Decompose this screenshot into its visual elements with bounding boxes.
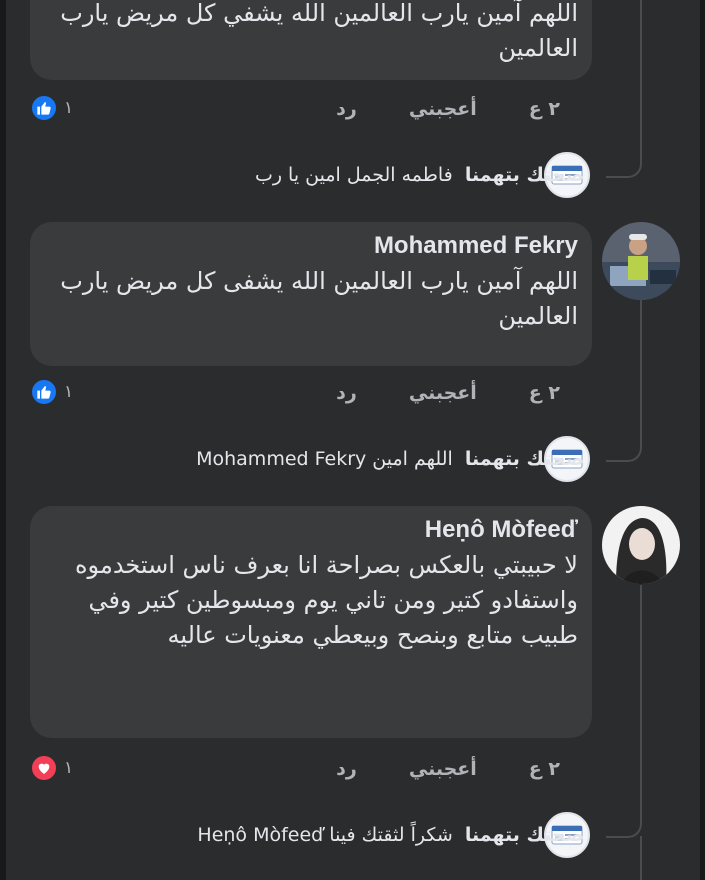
love-icon [30, 754, 58, 782]
comment-time[interactable]: ٢ ع [529, 98, 560, 120]
reaction-summary[interactable]: ١ [30, 378, 73, 406]
comment-time[interactable]: ٢ ع [529, 382, 560, 404]
comment-bubble: اللهم آمين يارب العالمين الله يشفي كل مر… [30, 0, 592, 80]
page-reply: صحتك بتهمنا فاطمه الجمل امين يا رب [255, 164, 584, 186]
reply-connector [606, 120, 642, 178]
user-avatar[interactable] [602, 222, 680, 300]
comment-author[interactable]: Mohammed Fekry [48, 232, 578, 260]
reply-text: فاطمه الجمل امين يا رب [254, 164, 453, 186]
comments-panel: اللهم آمين يارب العالمين الله يشفي كل مر… [6, 0, 700, 880]
reply-button[interactable]: رد [336, 382, 357, 404]
reply-text: شكراً لثقتك فينا Heṇô Mòfeeď [197, 824, 453, 846]
comment-actions: ٢ ع أعجبني رد [336, 382, 560, 404]
reaction-count: ١ [64, 758, 74, 778]
like-button[interactable]: أعجبني [409, 98, 477, 120]
like-icon [30, 378, 58, 406]
reply-author[interactable]: صحتك بتهمنا [465, 448, 584, 470]
reply-author[interactable]: صحتك بتهمنا [465, 824, 584, 846]
reply-button[interactable]: رد [336, 98, 357, 120]
comment-bubble: Heṇô Mòfeeď لا حبيبتي بالعكس بصراحة انا … [30, 506, 592, 738]
reply-button[interactable]: رد [336, 758, 357, 780]
comment-text: اللهم آمين يارب العالمين الله يشفى كل مر… [60, 267, 578, 330]
comment-bubble: Mohammed Fekry اللهم آمين يارب العالمين … [30, 222, 592, 366]
thread-line [640, 836, 642, 880]
reaction-count: ١ [64, 382, 74, 402]
like-icon [30, 94, 58, 122]
user-avatar[interactable] [602, 506, 680, 584]
comment-actions: ٢ ع أعجبني رد [336, 98, 560, 120]
comment-actions: ٢ ع أعجبني رد [336, 758, 560, 780]
reaction-summary[interactable]: ١ [30, 754, 73, 782]
comment-author[interactable]: Heṇô Mòfeeď [48, 516, 578, 544]
like-button[interactable]: أعجبني [409, 758, 477, 780]
reply-text: اللهم امين Mohammed Fekry [196, 448, 453, 470]
like-button[interactable]: أعجبني [409, 382, 477, 404]
page-reply: صحتك بتهمنا شكراً لثقتك فينا Heṇô Mòfeeď [197, 824, 584, 846]
page-reply: صحتك بتهمنا اللهم امين Mohammed Fekry [196, 448, 584, 470]
reply-connector [606, 400, 642, 462]
reply-author[interactable]: صحتك بتهمنا [465, 164, 584, 186]
reply-connector [606, 780, 642, 838]
comment-text: اللهم آمين يارب العالمين الله يشفي كل مر… [60, 0, 578, 62]
reaction-count: ١ [64, 98, 74, 118]
comment-text: لا حبيبتي بالعكس بصراحة انا بعرف ناس است… [74, 551, 578, 649]
reaction-summary[interactable]: ١ [30, 94, 73, 122]
comment-time[interactable]: ٢ ع [529, 758, 560, 780]
